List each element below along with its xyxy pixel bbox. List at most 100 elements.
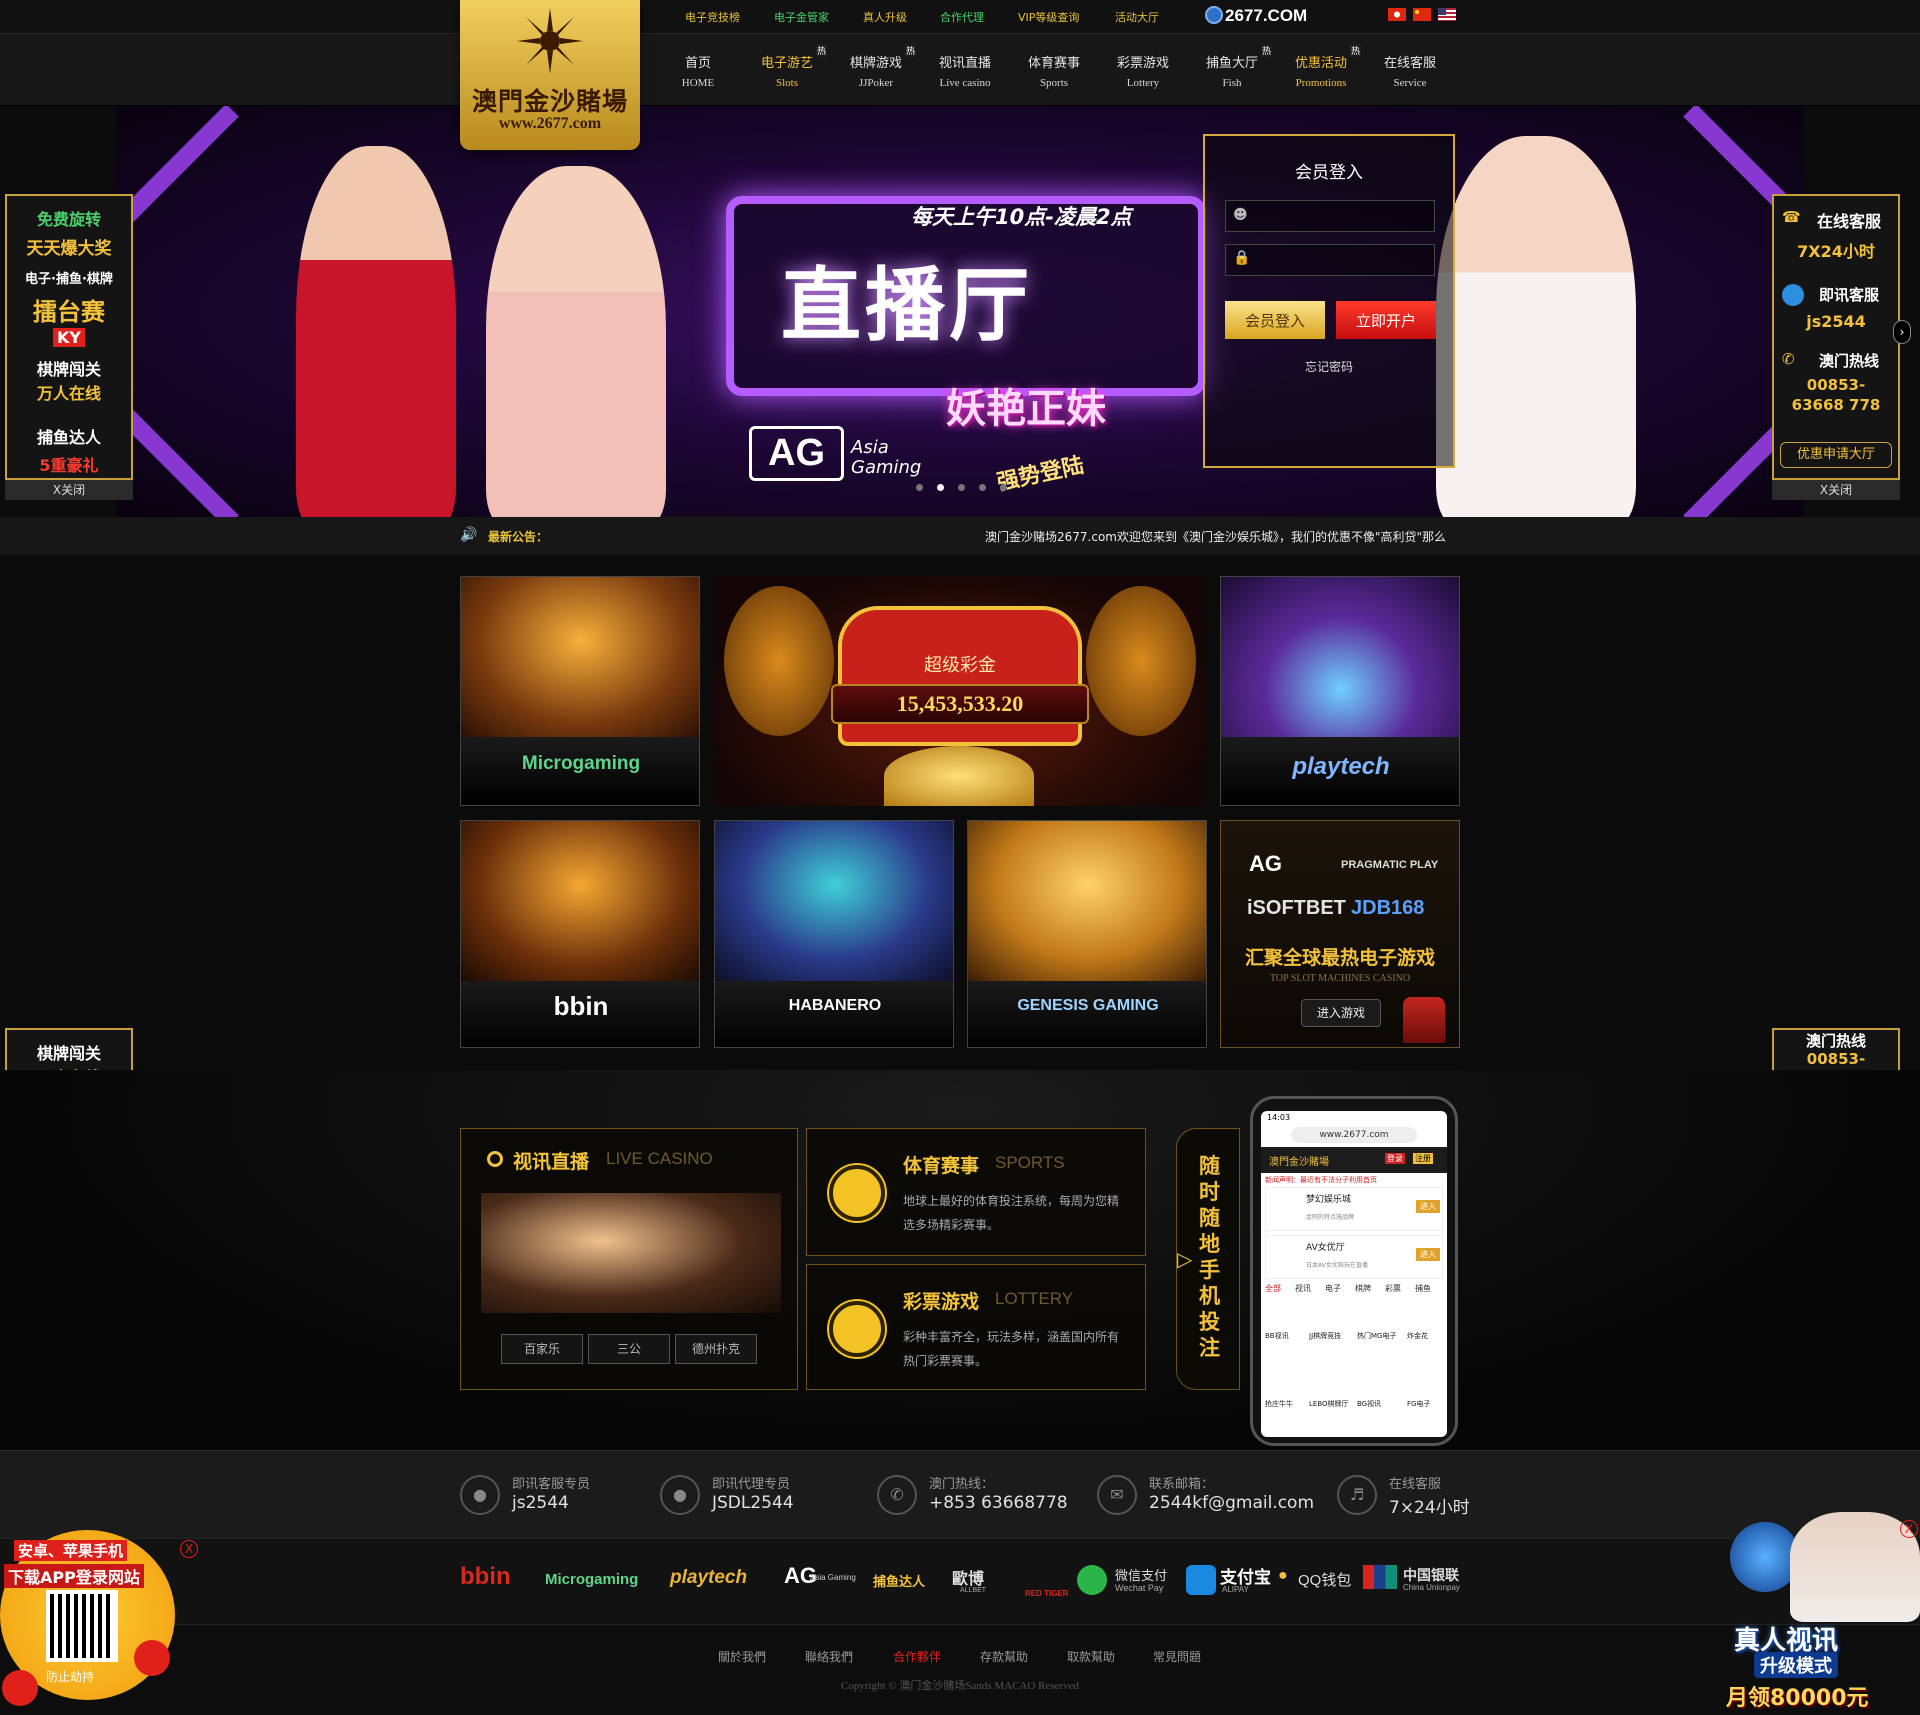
logo-playtech: playtech (670, 1567, 748, 1588)
footer-links: 關於我們 聯絡我們 合作夥伴 存款幫助 取款幫助 常見問題 Copyright … (0, 1624, 1920, 1715)
toplink-esports[interactable]: 电子竞技榜 (685, 9, 740, 25)
toplink-egame-manager[interactable]: 电子金管家 (774, 9, 829, 25)
unionpay-icon (1363, 1565, 1397, 1589)
contact-label: 澳门热线： (929, 1477, 995, 1492)
circle-icon (487, 1151, 503, 1167)
enter-game-button[interactable]: 进入游戏 (1301, 999, 1381, 1027)
logo-unionpay-sub: China Unionpay (1403, 1583, 1460, 1592)
nav-poker[interactable]: 热棋牌游戏 JJPoker (832, 44, 920, 89)
username-input[interactable] (1225, 200, 1435, 232)
password-input[interactable] (1225, 244, 1435, 276)
tile-bbin[interactable]: bbin (460, 820, 700, 1048)
promo-apply-button[interactable]: 优惠申请大厅 (1780, 442, 1892, 468)
login-button[interactable]: 会员登入 (1225, 301, 1325, 339)
left-float-close[interactable]: X关闭 (5, 480, 133, 500)
playtech-art (1221, 577, 1459, 737)
footer-link-about[interactable]: 關於我們 (718, 1648, 766, 1665)
apple-icon[interactable] (2, 1670, 38, 1706)
footer-link-contact[interactable]: 聯絡我們 (805, 1648, 853, 1665)
site-logo[interactable]: 澳門金沙賭場 www.2677.com (460, 0, 640, 150)
app-ad-line3: 防止劫持 (46, 1670, 95, 1684)
nav-promotions[interactable]: 热优惠活动 Promotions (1277, 44, 1365, 89)
nav-slots[interactable]: 热电子游艺 Slots (743, 44, 831, 89)
nav-sublabel: HOME (681, 77, 715, 89)
toplink-live-upgrade[interactable]: 真人升级 (863, 9, 907, 25)
nav-live-casino[interactable]: 视讯直播 Live casino (921, 52, 1009, 89)
nav-label: 视讯直播 (938, 56, 991, 71)
hongkong-flag-icon[interactable] (1388, 8, 1406, 21)
tile-microgaming[interactable]: Microgaming (460, 576, 700, 806)
nav-label: 彩票游戏 (1116, 56, 1169, 71)
nav-lottery[interactable]: 彩票游戏 Lottery (1099, 52, 1187, 89)
carousel-dot[interactable] (979, 484, 986, 491)
jackpot-banner[interactable]: 超级彩金 15,453,533.20 (714, 576, 1206, 806)
lottery-panel[interactable]: 彩票游戏 LOTTERY 彩种丰富齐全，玩法多样，涵盖国内所有热门彩票赛事。 (806, 1264, 1146, 1390)
right-service-float[interactable]: 在线客服 ☎ 7X24小时 即讯客服 js2544 ✆ 澳门热线 00853- … (1772, 194, 1900, 480)
footer-link-faq[interactable]: 常見問題 (1153, 1648, 1201, 1665)
carousel-dot[interactable] (916, 484, 923, 491)
live-upgrade-ad[interactable]: 真人视讯 升级模式 月领80000元 X (1720, 1512, 1920, 1715)
nav-sublabel: Slots (775, 77, 798, 89)
provider-isoftbet: iSOFTBET (1247, 897, 1346, 919)
nav-sublabel: Service (1393, 77, 1427, 89)
android-icon[interactable] (134, 1640, 170, 1676)
phone-game: BG视讯 (1357, 1400, 1382, 1408)
china-flag-icon[interactable] (1413, 8, 1431, 21)
sangong-button[interactable]: 三公 (588, 1334, 670, 1364)
contact-value: 7×24小时 (1389, 1498, 1470, 1518)
chat-service-text[interactable]: 即讯客服 (1774, 284, 1898, 305)
app-ad-line2: 下载APP登录网站 (4, 1564, 144, 1588)
provider-ag: AG (1249, 851, 1282, 876)
ag-logo-mark: AG (749, 426, 844, 481)
footer-link-partners[interactable]: 合作夥伴 (893, 1648, 941, 1665)
toplink-events[interactable]: 活动大厅 (1115, 9, 1159, 25)
jackpot-label: 超级彩金 (924, 655, 996, 676)
logo-allbet: 歐博 (952, 1571, 985, 1588)
forgot-password-link[interactable]: 忘记密码 (1205, 358, 1453, 375)
contact-value: js2544 (512, 1493, 569, 1513)
tournament-text: 擂台赛 (33, 298, 105, 326)
tile-playtech[interactable]: playtech (1220, 576, 1460, 806)
sports-en: SPORTS (995, 1153, 1065, 1172)
banner-slogan: 强势登陆 (994, 453, 1087, 496)
footer-link-deposit[interactable]: 存款幫助 (980, 1648, 1028, 1665)
usa-flag-icon[interactable] (1438, 8, 1456, 21)
all-slots-panel[interactable]: AG PRAGMATIC PLAY iSOFTBET JDB168 汇聚全球最热… (1220, 820, 1460, 1048)
sports-panel[interactable]: 体育赛事 SPORTS 地球上最好的体育投注系统，每周为您精选多场精彩赛事。 (806, 1128, 1146, 1256)
wechat-pay-icon (1077, 1565, 1107, 1595)
hot-badge: 热 (1349, 44, 1361, 57)
app-ad-close[interactable]: X (180, 1540, 198, 1558)
toplink-agent[interactable]: 合作代理 (940, 9, 984, 25)
alipay-icon (1186, 1565, 1216, 1595)
phone-game-grid: BB视讯 JJ棋牌竞技 热门MG电子 炸金花 抢庄牛牛 LEBO棋牌厅 BG视讯… (1261, 1299, 1447, 1429)
contact-value: +853 63668778 (929, 1493, 1068, 1513)
nav-service[interactable]: 在线客服 Service (1366, 52, 1454, 89)
nav-sports[interactable]: 体育赛事 Sports (1010, 52, 1098, 89)
nav-sublabel: Sports (1039, 77, 1069, 89)
footer-link-withdraw[interactable]: 取款幫助 (1067, 1648, 1115, 1665)
online-count-text: 万人在线 (36, 384, 101, 403)
tile-genesis[interactable]: GENESIS GAMING (967, 820, 1207, 1048)
all-slots-subtitle: TOP SLOT MACHINES CASINO (1269, 973, 1411, 984)
phone-game: LEBO棋牌厅 (1309, 1400, 1349, 1408)
mobile-bet-tab[interactable]: 随时随地 手机投注 ▷ (1176, 1128, 1240, 1390)
tile-habanero[interactable]: HABANERO (714, 820, 954, 1048)
right-float-close[interactable]: X关闭 (1772, 480, 1900, 500)
app-download-ad[interactable]: 安卓、苹果手机 下载APP登录网站 防止劫持 X (0, 1530, 198, 1715)
logo-wechat-pay: 微信支付 (1115, 1568, 1168, 1583)
nav-fish[interactable]: 热捕鱼大厅 Fish (1188, 44, 1276, 89)
mail-icon: ✉ (1097, 1475, 1137, 1515)
baccarat-button[interactable]: 百家乐 (501, 1334, 583, 1364)
texas-holdem-button[interactable]: 德州扑克 (675, 1334, 757, 1364)
register-button[interactable]: 立即开户 (1336, 301, 1436, 339)
carousel-dot[interactable] (958, 484, 965, 491)
hero-banner[interactable]: 每天上午10点-凌晨2点 直播厅 妖艳正妹 AG Asia Gaming 强势登… (116, 106, 1804, 517)
notice-marquee[interactable]: 澳门金沙赌场2677.com欢迎您来到《澳门金沙娱乐城》，我们的优惠不像"高利贷… (985, 528, 1446, 545)
live-ad-close[interactable]: X (1900, 1520, 1918, 1538)
toplink-vip[interactable]: VIP等级查询 (1018, 9, 1079, 25)
left-promo-float[interactable]: 免费旋转 天天爆大奖 电子·捕鱼·棋牌 擂台赛 KY 棋牌闯关 万人在线 捕鱼达… (5, 194, 133, 480)
chevron-right-icon[interactable]: › (1893, 320, 1911, 344)
carousel-dot[interactable] (1000, 484, 1007, 491)
carousel-dot-active[interactable] (937, 484, 944, 491)
nav-home[interactable]: 首页 HOME (654, 52, 742, 89)
